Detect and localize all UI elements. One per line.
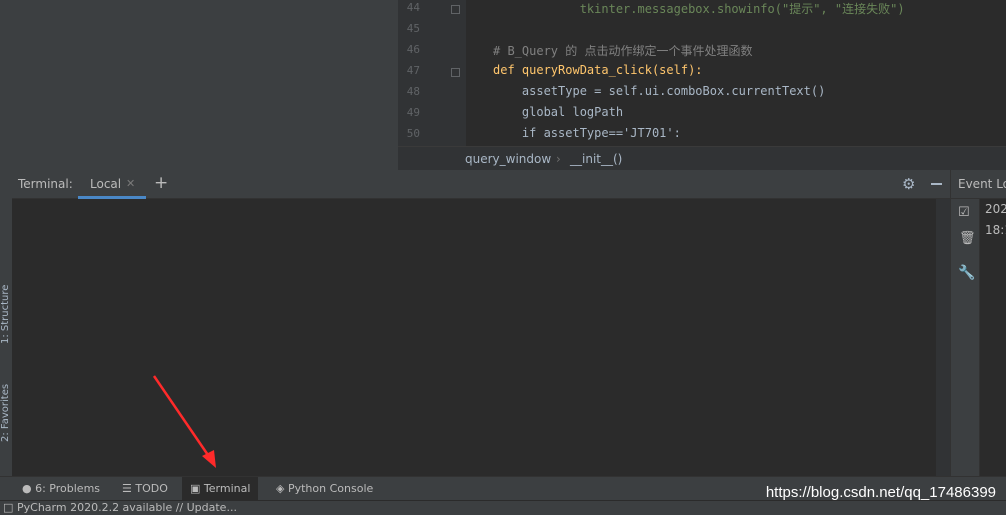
status-bar: □ PyCharm 2020.2.2 available // Update..… (0, 500, 1006, 515)
fold-marker-icon[interactable] (451, 68, 460, 77)
close-icon[interactable]: ✕ (126, 177, 135, 190)
breadcrumb-item[interactable]: query_window (465, 152, 551, 166)
event-log-header: Event Log (951, 170, 1006, 199)
terminal-icon: ▣ (190, 482, 201, 495)
code-def: def queryRowData_click(self): (493, 63, 703, 77)
terminal-title: Terminal: (18, 177, 73, 191)
line-number: 50 (406, 127, 420, 140)
gear-icon[interactable]: ⚙ (902, 175, 915, 193)
event-log-title: Event Log (958, 177, 1006, 191)
event-log-toolbar: ☑ 🗑 🔧 (951, 199, 980, 476)
breadcrumb: query_window › __init__() (398, 146, 1006, 171)
code-text: tkinter.messagebox.showinfo("提示", "连接失败"… (493, 2, 905, 16)
terminal-scrollbar[interactable] (936, 199, 950, 476)
tab-python-console[interactable]: ◈ Python Console (276, 477, 373, 501)
problems-icon: ● (22, 482, 32, 495)
breadcrumb-item[interactable]: __init__() (570, 152, 622, 166)
mark-read-icon[interactable]: ☑ (958, 205, 970, 220)
structure-tab[interactable]: 1: Structure (0, 285, 12, 344)
new-tab-button[interactable]: + (154, 173, 168, 193)
favorites-tab[interactable]: 2: Favorites (0, 384, 12, 442)
code-line: global logPath (493, 105, 624, 119)
status-text[interactable]: PyCharm 2020.2.2 available // Update... (17, 501, 237, 515)
event-log-pane: Event Log ☑ 🗑 🔧 2020 18:1 (950, 170, 1006, 476)
fold-marker-icon[interactable] (451, 5, 460, 14)
code-line: if assetType=='JT701': (493, 126, 681, 140)
terminal-header: Terminal: Local ✕ + ⚙ (12, 170, 950, 199)
minimize-icon[interactable] (931, 183, 942, 185)
event-entry: 18:1 (985, 223, 1006, 237)
breadcrumb-separator-icon: › (556, 152, 561, 166)
tab-terminal[interactable]: ▣ Terminal (182, 477, 259, 501)
wrench-icon[interactable]: 🔧 (958, 265, 975, 281)
tab-todo-label: TODO (135, 482, 168, 495)
line-number: 47 (406, 64, 420, 77)
line-number: 48 (406, 85, 420, 98)
code-comment: # B_Query 的 点击动作绑定一个事件处理函数 (493, 44, 753, 58)
watermark: https://blog.csdn.net/qq_17486399 (765, 484, 996, 501)
tab-terminal-label: Terminal (203, 482, 251, 495)
tab-todo[interactable]: ☰ TODO (122, 477, 168, 501)
tab-python-console-label: Python Console (287, 482, 374, 495)
code-line: assetType = self.ui.comboBox.currentText… (493, 84, 826, 98)
tab-problems-label: 6: Problems (35, 482, 101, 495)
line-number: 46 (406, 43, 420, 56)
line-number: 49 (406, 106, 420, 119)
project-pane (12, 0, 398, 170)
line-number: 44 (406, 1, 420, 14)
tab-local[interactable]: Local ✕ (78, 170, 146, 199)
status-icon: □ (3, 501, 14, 514)
line-number: 45 (406, 22, 420, 35)
code-editor[interactable]: 44 tkinter.messagebox.showinfo("提示", "连接… (398, 0, 1006, 146)
trash-icon[interactable]: 🗑 (959, 231, 976, 246)
code-line: tkinter.messagebox.showinfo("提示", "连接失败"… (493, 0, 905, 17)
todo-icon: ☰ (122, 482, 132, 495)
tab-local-label: Local (90, 177, 122, 191)
annotation-arrow (152, 375, 216, 468)
event-entry: 2020 (985, 202, 1006, 216)
python-icon: ◈ (276, 482, 285, 495)
tab-problems[interactable]: ● 6: Problems (22, 477, 100, 501)
